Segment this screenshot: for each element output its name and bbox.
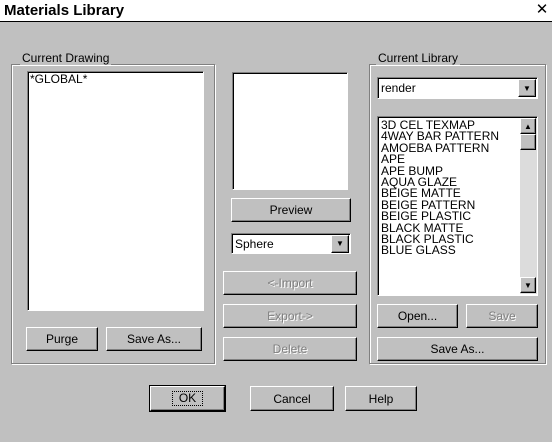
close-icon[interactable]: ✕ [534,2,550,18]
purge-button[interactable]: Purge [26,327,98,351]
preview-shape-value: Sphere [235,236,274,251]
ok-button-label: OK [171,391,204,406]
library-save-button[interactable]: Save [466,304,538,328]
library-save-button-label: Save [488,309,516,323]
help-button[interactable]: Help [345,386,417,411]
import-button-label: <-Import [267,276,313,290]
window-title: Materials Library [4,2,125,19]
drawing-save-as-label: Save As... [126,332,182,346]
chevron-down-icon[interactable]: ▼ [518,79,536,97]
library-scrollbar[interactable]: ▲ ▼ [520,118,537,294]
current-drawing-list[interactable]: *GLOBAL* [27,71,204,311]
preview-pane [232,72,348,190]
export-button-label: Export-> [267,309,313,323]
ok-button[interactable]: OK [149,385,226,412]
scroll-thumb[interactable] [520,134,536,150]
library-select[interactable]: render ▼ [377,77,538,99]
preview-button-label: Preview [269,203,313,217]
scroll-down-icon[interactable]: ▼ [520,277,536,293]
export-button[interactable]: Export-> [223,304,357,328]
library-list-item[interactable]: BLUE GLASS [381,244,517,256]
cancel-button-label: Cancel [273,391,311,406]
open-button[interactable]: Open... [377,304,458,328]
scroll-up-icon[interactable]: ▲ [520,118,536,134]
library-save-as-label: Save As... [430,342,485,356]
delete-button-label: Delete [272,342,308,356]
current-drawing-legend: Current Drawing [20,51,112,65]
drawing-save-as-button[interactable]: Save As... [106,327,202,351]
cancel-button[interactable]: Cancel [250,386,334,411]
purge-button-label: Purge [45,332,79,346]
current-library-legend: Current Library [376,51,461,65]
import-button[interactable]: <-Import [223,271,357,295]
chevron-down-icon[interactable]: ▼ [331,234,349,253]
drawing-list-item[interactable]: *GLOBAL* [30,73,201,85]
library-select-value: render [381,81,416,95]
library-save-as-button[interactable]: Save As... [377,337,538,361]
delete-button[interactable]: Delete [223,337,357,361]
help-button-label: Help [368,391,394,406]
library-list[interactable]: 3D CEL TEXMAP 4WAY BAR PATTERN AMOEBA PATT… [377,116,538,296]
open-button-label: Open... [397,309,438,323]
preview-shape-select[interactable]: Sphere ▼ [231,233,351,254]
preview-button[interactable]: Preview [231,198,351,222]
